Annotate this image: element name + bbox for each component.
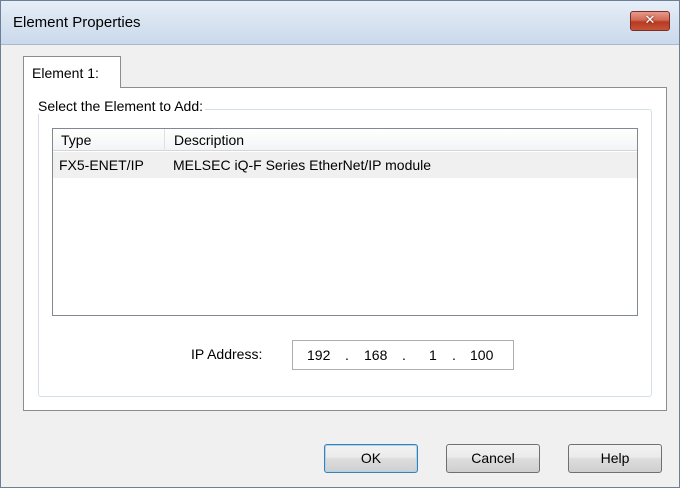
- ip-octet-2[interactable]: 168: [364, 347, 387, 363]
- row-description-cell: MELSEC iQ-F Series EtherNet/IP module: [173, 157, 432, 173]
- element-list[interactable]: Type Description FX5-ENET/IP MELSEC iQ-F…: [52, 128, 638, 316]
- ok-button[interactable]: OK: [324, 444, 418, 473]
- title-bar[interactable]: Element Properties ✕: [1, 1, 679, 45]
- list-header: Type Description: [53, 129, 637, 151]
- ip-octet-1[interactable]: 192: [307, 347, 330, 363]
- list-row[interactable]: FX5-ENET/IP MELSEC iQ-F Series EtherNet/…: [53, 152, 637, 178]
- tab-element-1[interactable]: Element 1:: [23, 56, 121, 88]
- ip-address-field[interactable]: 192 . 168 . 1 . 100: [292, 340, 514, 370]
- ip-octet-3[interactable]: 1: [429, 347, 437, 363]
- cancel-button[interactable]: Cancel: [446, 444, 540, 473]
- close-button[interactable]: ✕: [630, 11, 670, 31]
- help-button[interactable]: Help: [568, 444, 662, 473]
- ip-address-label: IP Address:: [191, 346, 263, 362]
- groupbox-label: Select the Element to Add:: [36, 98, 205, 114]
- tab-label: Element 1:: [32, 65, 99, 81]
- close-icon: ✕: [644, 13, 656, 28]
- element-properties-dialog: Element Properties ✕ Element 1: Select t…: [0, 0, 680, 488]
- row-type-cell: FX5-ENET/IP: [59, 157, 144, 173]
- tab-panel-element-1: Select the Element to Add: Type Descript…: [23, 87, 667, 411]
- column-header-type[interactable]: Type: [53, 129, 165, 151]
- ip-separator-2: .: [402, 347, 406, 363]
- ip-separator-1: .: [345, 347, 349, 363]
- ip-separator-3: .: [452, 347, 456, 363]
- column-header-description[interactable]: Description: [166, 129, 636, 151]
- ip-octet-4[interactable]: 100: [470, 347, 493, 363]
- window-title: Element Properties: [13, 14, 141, 31]
